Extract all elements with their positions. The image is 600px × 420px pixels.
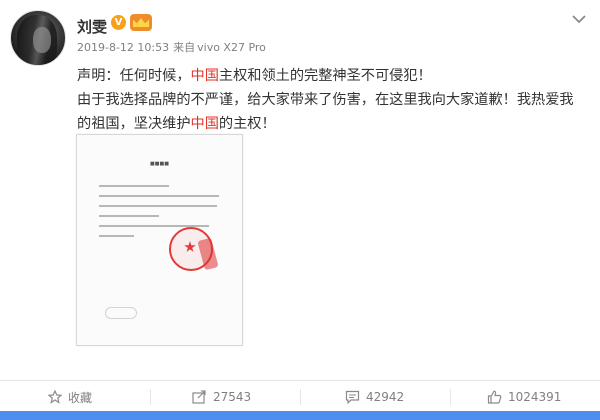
attached-document-image[interactable]: ■■■■	[76, 134, 243, 346]
repost-icon	[192, 390, 206, 404]
post-timestamp[interactable]: 2019-8-12 10:53	[77, 41, 169, 54]
like-button[interactable]: 1024391	[487, 387, 561, 407]
comment-button[interactable]: 42942	[345, 387, 404, 407]
post-text-line: 声明：任何时候，中国主权和领土的完整神圣不可侵犯！	[77, 64, 582, 88]
divider	[450, 389, 451, 405]
document-title-placeholder: ■■■■	[150, 161, 169, 167]
source-device[interactable]: vivo X27 Pro	[197, 41, 266, 54]
repost-count: 27543	[213, 390, 252, 404]
text-segment-highlight: 中国	[190, 68, 219, 84]
document-text-line	[99, 235, 134, 237]
divider	[300, 389, 301, 405]
comment-icon	[345, 390, 360, 404]
post-text-line: 由于我选择品牌的不严谨，给大家带来了伤害，在这里我向大家道歉！我热爱我	[77, 88, 582, 112]
weibo-post-card: 刘雯 V 2019-8-12 10:53 来自 vivo X27 Pro 声明：任何…	[0, 0, 600, 420]
document-text-line	[99, 185, 169, 187]
more-options-chevron-icon[interactable]	[572, 14, 586, 26]
action-bar: 收藏 27543 42942 1024391	[0, 380, 600, 412]
text-segment: 声明：任何时候，	[77, 68, 191, 84]
star-icon	[48, 390, 62, 404]
document-text-line	[99, 195, 219, 197]
collect-label: 收藏	[68, 390, 93, 405]
seal-star-icon	[184, 241, 196, 252]
post-text-line: 的祖国，坚决维护中国的主权！	[77, 112, 582, 136]
comment-count: 42942	[366, 390, 405, 404]
verified-v-icon: V	[111, 15, 126, 30]
avatar[interactable]	[10, 10, 66, 66]
document-text-line	[99, 215, 159, 217]
document-text-line	[99, 205, 217, 207]
text-segment: 由于我选择品牌的不严谨，给大家带来了伤害，在这里我向大家道歉！我热爱我	[77, 92, 574, 108]
like-count: 1024391	[508, 390, 562, 404]
repost-button[interactable]: 27543	[192, 387, 251, 407]
post-text: 声明：任何时候，中国主权和领土的完整神圣不可侵犯！ 由于我选择品牌的不严谨，给大…	[77, 64, 582, 136]
author-name[interactable]: 刘雯	[77, 16, 107, 37]
avatar-face-shape	[33, 27, 51, 53]
divider	[150, 389, 151, 405]
document-watermark-icon	[105, 307, 137, 319]
text-segment: 的祖国，坚决维护	[77, 116, 191, 132]
bottom-blue-bar	[0, 411, 600, 420]
vip-crown-icon	[130, 14, 152, 31]
collect-button[interactable]: 收藏	[48, 387, 92, 407]
text-segment: 主权和领土的完整神圣不可侵犯！	[218, 68, 432, 84]
text-segment: 的主权！	[218, 116, 276, 132]
thumbs-up-icon	[487, 390, 502, 404]
text-segment-highlight: 中国	[190, 116, 219, 132]
source-label: 来自	[173, 41, 196, 54]
post-meta: 2019-8-12 10:53 来自 vivo X27 Pro	[77, 39, 270, 55]
